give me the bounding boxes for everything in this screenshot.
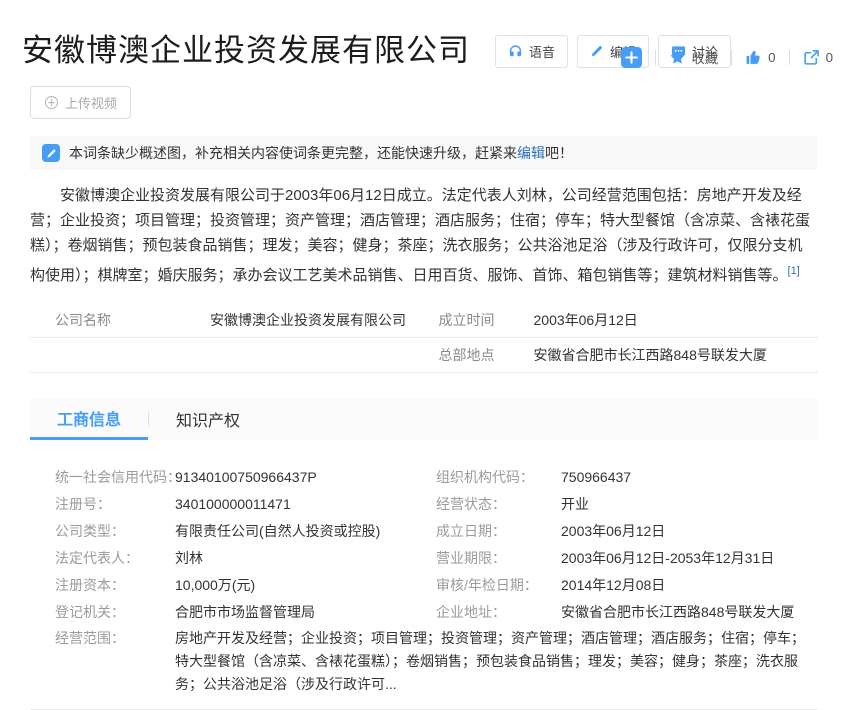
field-value: 91340100750966437P: [175, 469, 317, 485]
field-value: 340100000011471: [175, 496, 291, 512]
table-row: 法定代表人： 刘林: [55, 544, 436, 571]
field-label: 成立时间: [439, 310, 534, 330]
share-icon: [803, 49, 820, 66]
field-value: 安徽省合肥市长江西路848号联发大厦: [534, 345, 767, 365]
field-value: 10,000万(元): [175, 575, 255, 595]
plus-square-icon: [621, 47, 642, 68]
share-count: 0: [826, 50, 833, 65]
basic-info-item-headquarters: 总部地点 安徽省合肥市长江西路848号联发大厦: [424, 345, 818, 365]
top-action-bar: 收藏 0 0: [621, 47, 834, 68]
table-row: 统一社会信用代码： 91340100750966437P: [55, 463, 436, 490]
field-label: 统一社会信用代码：: [55, 467, 175, 487]
divider: [731, 50, 732, 65]
field-label: 经营状态：: [436, 494, 561, 514]
upload-video-button[interactable]: 上传视频: [30, 86, 131, 119]
summary-text: 安徽博澳企业投资发展有限公司于2003年06月12日成立。法定代表人刘林，公司经…: [30, 187, 810, 284]
field-value: 2003年06月12日: [561, 521, 665, 541]
favorite-label: 收藏: [692, 48, 719, 67]
field-value: 安徽省合肥市长江西路848号联发大厦: [561, 602, 794, 622]
star-icon: [669, 49, 686, 66]
field-label: 组织机构代码：: [436, 467, 561, 487]
table-row: 登记机关： 合肥市市场监督管理局: [55, 598, 436, 625]
field-label: 公司类型：: [55, 521, 175, 541]
table-row: 经营状态： 开业: [436, 490, 817, 517]
field-label: 营业期限：: [436, 548, 561, 568]
field-label: 成立日期：: [436, 521, 561, 541]
field-value: 开业: [561, 494, 589, 514]
field-value: 安徽博澳企业投资发展有限公司: [210, 310, 406, 330]
table-row: 审核/年检日期： 2014年12月08日: [436, 571, 817, 598]
notice-text: 本词条缺少概述图，补充相关内容使词条更完整，还能快速升级，赶紧来编辑吧！: [69, 143, 573, 163]
field-value: 合肥市市场监督管理局: [175, 602, 315, 622]
pencil-icon: [590, 44, 604, 58]
field-label: 法定代表人：: [55, 548, 175, 568]
field-value: 750966437: [561, 469, 631, 485]
table-row: 注册号： 340100000011471: [55, 490, 436, 517]
field-label: 总部地点: [439, 345, 534, 365]
basic-info-box: 公司名称 安徽博澳企业投资发展有限公司 成立时间 2003年06月12日 总部地…: [30, 303, 817, 373]
business-info-grid: 统一社会信用代码： 91340100750966437P 注册号： 340100…: [55, 463, 817, 625]
basic-info-item-company-name: 公司名称 安徽博澳企业投资发展有限公司: [30, 310, 424, 330]
thumb-up-icon: [745, 49, 762, 66]
tab-bar: 工商信息 知识产权: [30, 398, 817, 440]
headphones-icon: [508, 44, 523, 59]
field-label: 审核/年检日期：: [436, 575, 561, 595]
field-label: 登记机关：: [55, 602, 175, 622]
field-label: 企业地址：: [436, 602, 561, 622]
divider: [789, 50, 790, 65]
field-label: 注册号：: [55, 494, 175, 514]
field-value: 有限责任公司(自然人投资或控股): [175, 521, 380, 541]
share-button[interactable]: 0: [803, 49, 833, 66]
page-title: 安徽博澳企业投资发展有限公司: [22, 30, 470, 72]
notice-bar: 本词条缺少概述图，补充相关内容使词条更完整，还能快速升级，赶紧来编辑吧！: [30, 136, 817, 170]
table-row: 成立日期： 2003年06月12日: [436, 517, 817, 544]
basic-info-row: 总部地点 安徽省合肥市长江西路848号联发大厦: [30, 338, 817, 373]
notice-edit-link[interactable]: 编辑: [517, 145, 545, 161]
table-row: 企业地址： 安徽省合肥市长江西路848号联发大厦: [436, 598, 817, 625]
tab-intellectual-property[interactable]: 知识产权: [149, 398, 267, 440]
basic-info-item-founded: 成立时间 2003年06月12日: [424, 310, 818, 330]
field-value: 房地产开发及经营；企业投资；项目管理；投资管理；资产管理；酒店管理；酒店服务；住…: [175, 627, 817, 696]
basic-info-row: 公司名称 安徽博澳企业投资发展有限公司 成立时间 2003年06月12日: [30, 303, 817, 338]
table-row: 公司类型： 有限责任公司(自然人投资或控股): [55, 517, 436, 544]
table-row: 营业期限： 2003年06月12日-2053年12月31日: [436, 544, 817, 571]
business-info-left-column: 统一社会信用代码： 91340100750966437P 注册号： 340100…: [55, 463, 436, 625]
summary-paragraph: 安徽博澳企业投资发展有限公司于2003年06月12日成立。法定代表人刘林，公司经…: [30, 183, 817, 288]
business-info-right-column: 组织机构代码： 750966437 经营状态： 开业 成立日期： 2003年06…: [436, 463, 817, 625]
circle-plus-icon: [44, 95, 59, 110]
business-info-table: 统一社会信用代码： 91340100750966437P 注册号： 340100…: [30, 463, 817, 696]
voice-label: 语音: [529, 42, 555, 61]
business-scope-row: 经营范围： 房地产开发及经营；企业投资；项目管理；投资管理；资产管理；酒店管理；…: [55, 627, 817, 696]
table-row: 组织机构代码： 750966437: [436, 463, 817, 490]
field-label: 注册资本：: [55, 575, 175, 595]
field-label: 公司名称: [55, 310, 210, 330]
notice-text-before: 本词条缺少概述图，补充相关内容使词条更完整，还能快速升级，赶紧来: [69, 145, 517, 161]
voice-button[interactable]: 语音: [495, 35, 568, 68]
field-value: 2014年12月08日: [561, 575, 665, 595]
upload-video-label: 上传视频: [65, 93, 117, 112]
favorite-button[interactable]: 收藏: [669, 48, 719, 67]
field-label: 经营范围：: [55, 627, 175, 696]
add-button[interactable]: [621, 47, 642, 68]
like-count: 0: [768, 50, 775, 65]
reference-link[interactable]: [1]: [788, 265, 800, 277]
field-value: 刘林: [175, 548, 203, 568]
field-value: 2003年06月12日-2053年12月31日: [561, 548, 774, 568]
like-button[interactable]: 0: [745, 49, 775, 66]
edit-pencil-icon: [42, 144, 60, 162]
field-value: 2003年06月12日: [534, 310, 638, 330]
divider: [655, 50, 656, 65]
table-row: 注册资本： 10,000万(元): [55, 571, 436, 598]
notice-text-after: 吧！: [545, 145, 573, 161]
tab-business-info[interactable]: 工商信息: [30, 398, 148, 440]
